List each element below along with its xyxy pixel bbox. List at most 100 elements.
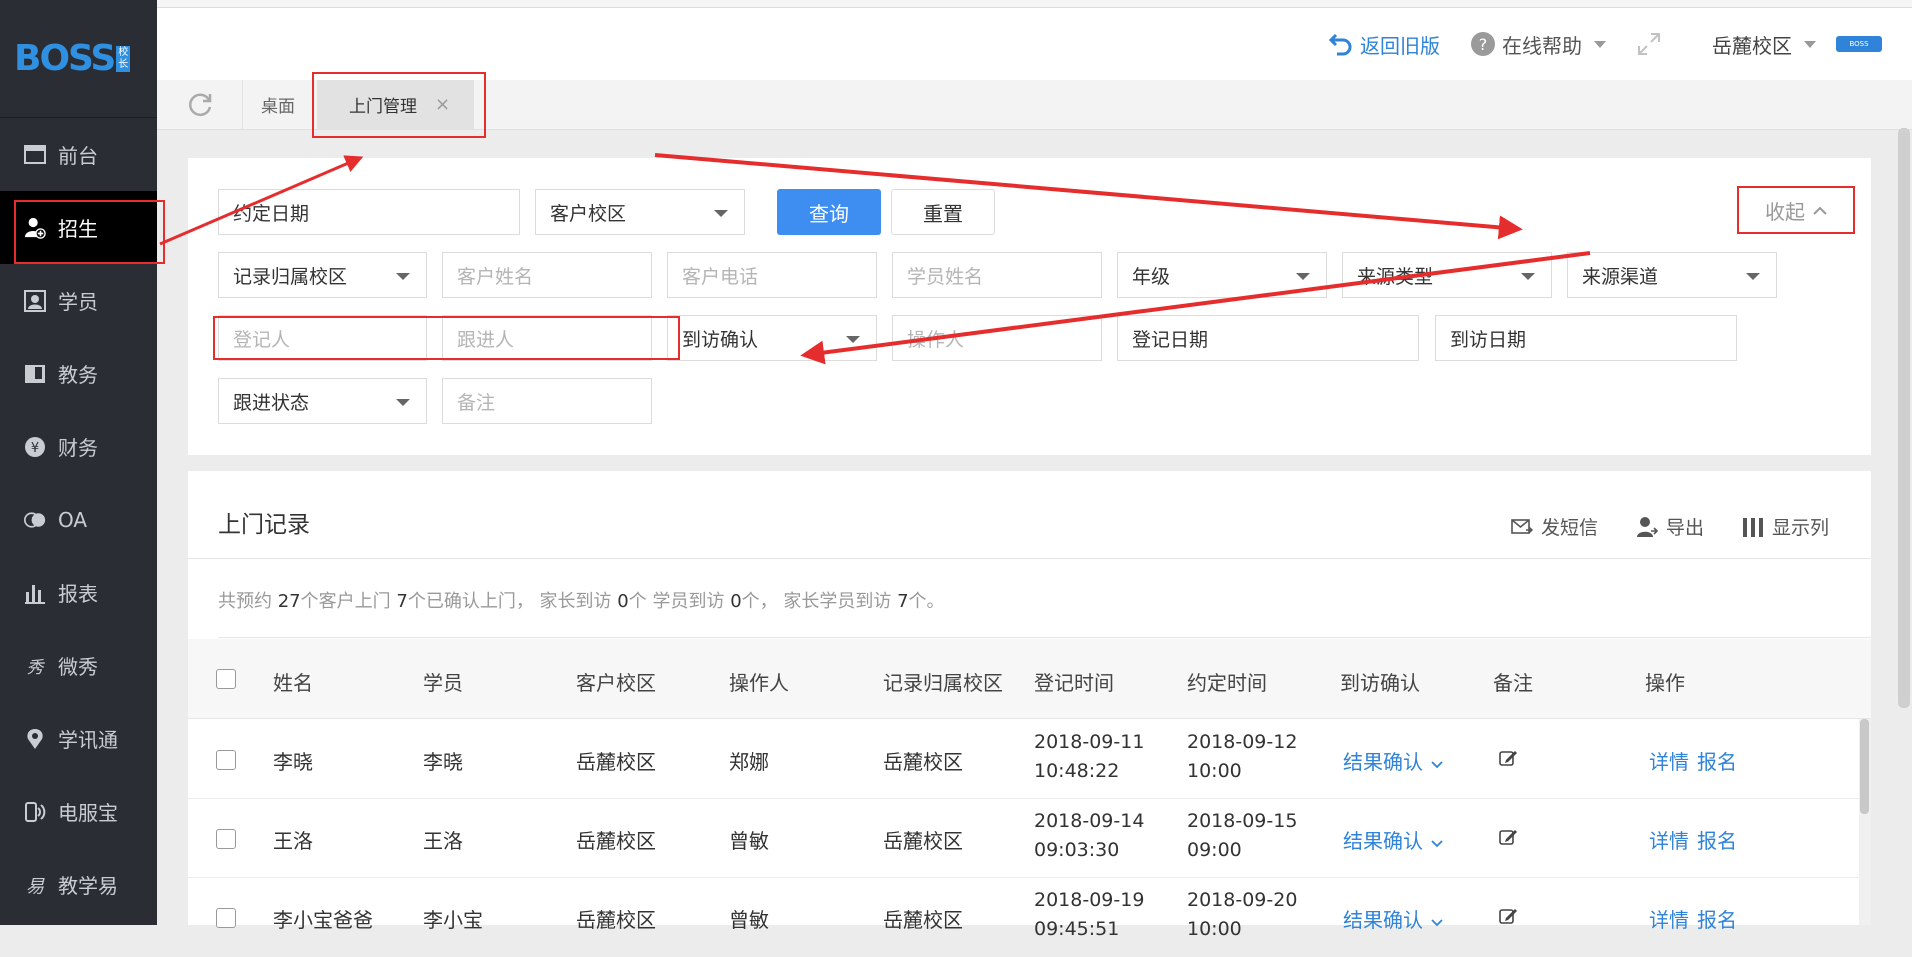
cell-record-campus: 岳麓校区 — [883, 829, 963, 853]
divider — [188, 558, 1871, 559]
cell-campus: 岳麓校区 — [576, 750, 656, 774]
select-all-checkbox[interactable] — [216, 669, 236, 689]
cell-appoint-date: 2018-09-20 — [1187, 889, 1298, 911]
customer-name-placeholder: 客户姓名 — [457, 265, 534, 288]
customer-name-input[interactable]: 客户姓名 — [442, 252, 652, 298]
cell-register-date: 2018-09-14 — [1034, 810, 1145, 832]
table-row[interactable]: 李小宝爸爸 李小宝 岳麓校区 曾敏 岳麓校区 2018-09-19 09:45:51 2018… — [188, 878, 1871, 957]
edit-remark-icon[interactable] — [1498, 748, 1518, 773]
source-type-select[interactable]: 来源类型 — [1342, 252, 1552, 298]
register-date-input[interactable]: 登记日期 — [1117, 315, 1419, 361]
table-row[interactable]: 李晓 李晓 岳麓校区 郑娜 岳麓校区 2018-09-11 10:48:22 2018-09-… — [188, 720, 1871, 799]
sidebar-item-5[interactable]: OA — [0, 483, 157, 556]
detail-link[interactable]: 详情 — [1649, 904, 1689, 933]
row-checkbox[interactable] — [216, 908, 236, 928]
visit-confirm-select[interactable]: 到访确认 — [667, 315, 877, 361]
sidebar-nav: 前台 招生 学员教务 ¥ 财务 OA 报表秀微秀 学讯通 电服宝易教学易 — [0, 118, 165, 921]
result-confirm-dropdown[interactable]: 结果确认 — [1343, 825, 1443, 854]
result-confirm-dropdown[interactable]: 结果确认 — [1343, 746, 1443, 775]
customer-phone-input[interactable]: 客户电话 — [667, 252, 877, 298]
fullscreen-button[interactable] — [1636, 31, 1662, 57]
sidebar-item-2[interactable]: 学员 — [0, 264, 157, 337]
location-icon — [24, 728, 46, 750]
edit-remark-icon[interactable] — [1498, 827, 1518, 852]
table-scrollbar-thumb[interactable] — [1860, 719, 1869, 814]
enroll-link[interactable]: 报名 — [1697, 904, 1737, 933]
detail-link[interactable]: 详情 — [1649, 746, 1689, 775]
table-row[interactable]: 王洛 王洛 岳麓校区 曾敏 岳麓校区 2018-09-14 09:03:30 2018-09-… — [188, 799, 1871, 878]
weixiu-icon: 秀 — [24, 655, 46, 677]
detail-link[interactable]: 详情 — [1649, 825, 1689, 854]
query-button[interactable]: 查询 — [777, 189, 881, 235]
source-channel-select[interactable]: 来源渠道 — [1567, 252, 1777, 298]
follow-status-select[interactable]: 跟进状态 — [218, 378, 427, 424]
sidebar-item-8[interactable]: 学讯通 — [0, 702, 157, 775]
column-header: 到访确认 — [1340, 671, 1420, 695]
enroll-link[interactable]: 报名 — [1697, 746, 1737, 775]
cell-record-campus: 岳麓校区 — [883, 908, 963, 932]
tab-visit-management[interactable]: 上门管理 × — [311, 72, 487, 138]
reset-button[interactable]: 重置 — [891, 189, 995, 235]
sidebar-item-6[interactable]: 报表 — [0, 556, 157, 629]
bar-chart-icon — [24, 582, 46, 604]
sidebar-item-7[interactable]: 秀微秀 — [0, 629, 157, 702]
cell-register-time: 09:03:30 — [1034, 839, 1120, 861]
customer-phone-placeholder: 客户电话 — [682, 265, 759, 288]
row-checkbox[interactable] — [216, 829, 236, 849]
sidebar-item-9[interactable]: 电服宝 — [0, 775, 157, 848]
sidebar-item-3[interactable]: 教务 — [0, 337, 157, 410]
campus-selector[interactable]: 岳麓校区 BOSS — [1712, 30, 1882, 59]
edit-remark-icon[interactable] — [1498, 906, 1518, 931]
appoint-date-input[interactable]: 约定日期 — [218, 189, 520, 235]
student-name-input[interactable]: 学员姓名 — [892, 252, 1102, 298]
cell-record-campus: 岳麓校区 — [883, 750, 963, 774]
column-header: 操作人 — [729, 671, 789, 695]
sidebar-item-10[interactable]: 易教学易 — [0, 848, 157, 921]
page-scrollbar[interactable] — [1898, 128, 1910, 708]
send-sms-button[interactable]: 发短信 — [1511, 513, 1598, 540]
user-export-icon — [1636, 516, 1658, 537]
student-name-placeholder: 学员姓名 — [907, 265, 984, 288]
records-panel: 上门记录 发短信 导出 显示列 共预约 27个客户上门 7个已确认上门， 家长到… — [188, 471, 1871, 957]
operator-input[interactable]: 操作人 — [892, 315, 1102, 361]
tab-close-icon[interactable]: × — [435, 94, 450, 115]
chevron-down-icon — [1746, 273, 1760, 280]
summary-count: 27 — [277, 591, 301, 612]
back-label: 返回旧版 — [1360, 33, 1440, 58]
remark-input[interactable]: 备注 — [442, 378, 652, 424]
show-columns-button[interactable]: 显示列 — [1742, 513, 1829, 540]
avatar[interactable]: BOSS — [1836, 36, 1882, 52]
chevron-down-icon — [846, 336, 860, 343]
column-header: 操作 — [1645, 671, 1685, 695]
sidebar-item-1[interactable]: 招生 — [0, 191, 165, 264]
back-old-version-button[interactable]: 返回旧版 — [1328, 30, 1440, 59]
grade-select[interactable]: 年级 — [1117, 252, 1327, 298]
sidebar-item-label: 教务 — [58, 363, 98, 387]
tab-desktop[interactable]: 桌面 — [243, 80, 313, 129]
customer-campus-select[interactable]: 客户校区 — [535, 189, 745, 235]
cell-student: 李小宝 — [423, 908, 483, 932]
grade-text: 年级 — [1132, 265, 1171, 288]
visit-confirm-text: 到访确认 — [682, 328, 759, 351]
column-header: 备注 — [1493, 671, 1533, 695]
summary-part: 个已确认上门， 家长到访 — [407, 591, 618, 612]
cell-name: 李晓 — [273, 750, 313, 774]
svg-text:易: 易 — [26, 876, 45, 896]
chevron-down-icon — [396, 273, 410, 280]
chevron-up-icon — [1813, 206, 1827, 215]
sidebar-item-0[interactable]: 前台 — [0, 118, 157, 191]
export-button[interactable]: 导出 — [1636, 513, 1704, 540]
campus-caret-icon — [1804, 40, 1816, 48]
summary-part: 个客户上门 — [300, 591, 397, 612]
expand-icon — [1638, 33, 1660, 55]
row-checkbox[interactable] — [216, 750, 236, 770]
refresh-button[interactable] — [157, 80, 243, 129]
record-campus-select[interactable]: 记录归属校区 — [218, 252, 427, 298]
online-help-button[interactable]: ? 在线帮助 — [1470, 30, 1606, 59]
visit-date-input[interactable]: 到访日期 — [1435, 315, 1737, 361]
column-header: 登记时间 — [1034, 671, 1114, 695]
sidebar-item-4[interactable]: ¥ 财务 — [0, 410, 157, 483]
result-confirm-dropdown[interactable]: 结果确认 — [1343, 904, 1443, 933]
enroll-link[interactable]: 报名 — [1697, 825, 1737, 854]
collapse-button[interactable]: 收起 — [1737, 186, 1855, 234]
